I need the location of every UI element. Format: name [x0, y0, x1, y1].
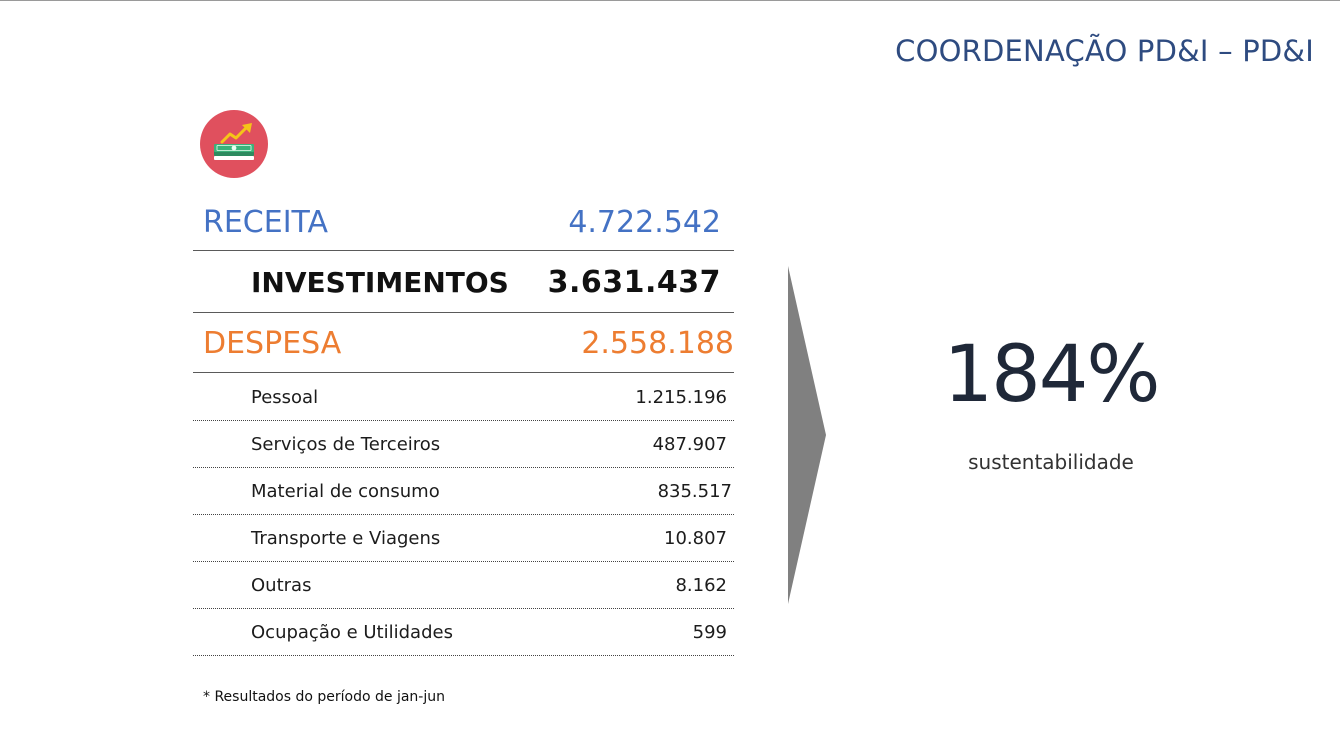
expense-value: 10.807: [664, 527, 727, 549]
expense-value: 487.907: [652, 433, 727, 455]
expense-row-outras: Outras 8.162: [193, 562, 734, 609]
chevron-right-icon: [788, 266, 826, 604]
expense-label: Transporte e Viagens: [251, 527, 441, 549]
expense-value: 8.162: [675, 574, 727, 596]
receita-label: RECEITA: [203, 205, 329, 240]
expense-row-material: Material de consumo 835.517: [193, 468, 734, 515]
expense-label: Outras: [251, 574, 312, 596]
expense-label: Ocupação e Utilidades: [251, 621, 453, 643]
expense-row-servicos: Serviços de Terceiros 487.907: [193, 421, 734, 468]
investimentos-label: INVESTIMENTOS: [251, 265, 509, 299]
despesa-row: DESPESA 2.558.188: [193, 314, 734, 373]
investimentos-row: INVESTIMENTOS 3.631.437: [193, 252, 734, 313]
expense-value: 599: [692, 621, 727, 643]
sustainability-percent: 184%: [943, 330, 1161, 420]
money-growth-icon: [200, 110, 268, 178]
page-title: COORDENAÇÃO PD&I – PD&I: [895, 34, 1314, 68]
expense-value: 835.517: [657, 480, 732, 502]
sustainability-caption: sustentabilidade: [968, 450, 1134, 474]
despesa-label: DESPESA: [203, 325, 342, 361]
expense-label: Pessoal: [251, 386, 319, 408]
expense-label: Material de consumo: [251, 480, 440, 502]
expense-label: Serviços de Terceiros: [251, 433, 441, 455]
expense-row-pessoal: Pessoal 1.215.196: [193, 374, 734, 421]
expense-row-transporte: Transporte e Viagens 10.807: [193, 515, 734, 562]
despesa-value: 2.558.188: [581, 325, 734, 361]
footnote: * Resultados do período de jan-jun: [203, 689, 445, 705]
investimentos-value: 3.631.437: [547, 264, 721, 300]
receita-row: RECEITA 4.722.542: [193, 195, 734, 251]
top-rule: [0, 0, 1340, 1]
receita-value: 4.722.542: [568, 205, 721, 240]
expense-value: 1.215.196: [635, 386, 727, 408]
expense-row-ocupacao: Ocupação e Utilidades 599: [193, 609, 734, 656]
